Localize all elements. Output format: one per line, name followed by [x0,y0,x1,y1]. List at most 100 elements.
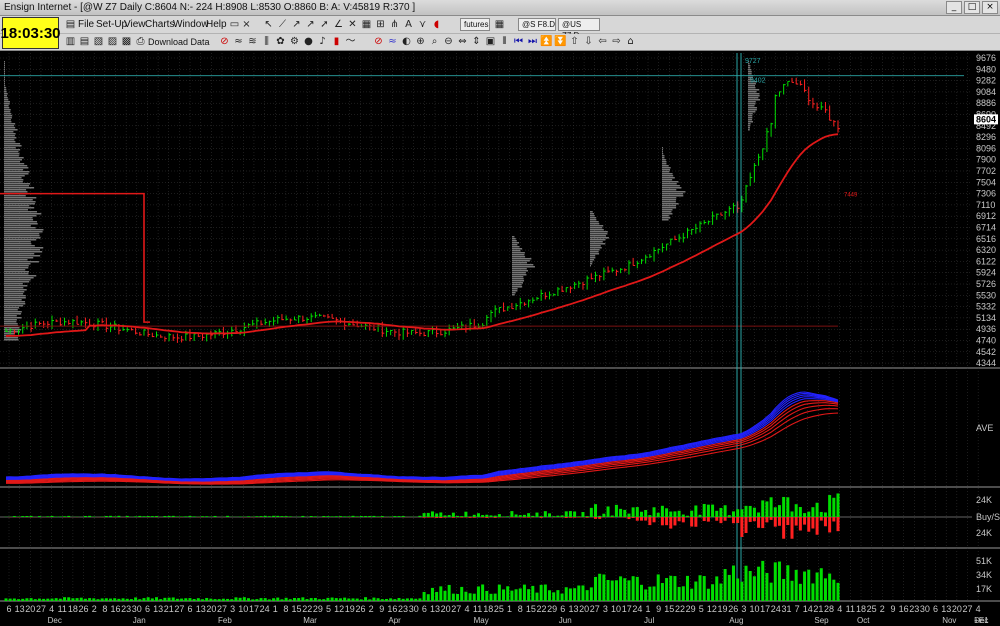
arrow-tool-icon[interactable]: ➚ [318,19,331,31]
save-icon[interactable]: ▩ [120,36,133,48]
ribbon-icon[interactable]: ≋ [246,36,259,48]
volume-bar [389,598,393,601]
wave-blue-icon[interactable]: ≈ [386,36,399,48]
scroll-up-icon[interactable]: ⏫ [540,36,553,48]
home-icon[interactable]: ⌂ [624,36,637,48]
menu-help[interactable]: Help [206,19,227,30]
profile-aug [662,185,680,187]
pitchfork-icon[interactable]: ⋎ [416,19,429,31]
fan-tool-icon[interactable]: ⋔ [388,19,401,31]
alert-icon[interactable]: ▮ [330,36,343,48]
trend-tool-icon[interactable]: ↗ [304,19,317,31]
angle-tool-icon[interactable]: ∠ [332,19,345,31]
profile-left [4,265,29,267]
ribbon-line [5,392,839,481]
profile-jul [590,213,595,215]
close-doc-icon[interactable]: × [240,19,253,31]
menu-window[interactable]: Window [173,19,209,30]
grid-tool-icon[interactable]: ▦ [360,19,373,31]
price-label: 8296 [976,132,996,142]
search-icon[interactable]: ⌕ [428,36,441,48]
symbol-tab-1[interactable]: @S F8.D [518,18,556,31]
volume-bar [677,586,681,601]
text-tool-icon[interactable]: A [402,19,415,31]
profile-left [4,217,33,219]
profile-left [4,127,16,129]
expand-icon[interactable]: ⇕ [470,36,483,48]
arrow-left-icon[interactable]: ⇦ [596,36,609,48]
volume-bar [660,583,664,601]
compress-icon[interactable]: ⇔ [456,36,469,48]
buy-bar [594,504,598,517]
profile-aug [662,151,663,153]
line-tool-icon[interactable]: ⟋ [276,19,289,31]
scroll-last-icon[interactable]: ⏭ [526,36,539,48]
chart-area[interactable]: 9676948092829084888686908492829680967900… [0,51,1000,626]
profile-jun [512,286,523,288]
profile-aug [662,207,677,209]
bell-icon[interactable]: ♪ [316,36,329,48]
color-icon[interactable]: ◐ [400,36,413,48]
symbol-tab-2[interactable]: @US Z7.D [558,18,600,40]
page-icon[interactable]: ▧ [92,36,105,48]
menu-file[interactable]: File [78,19,94,30]
close-button[interactable]: × [982,1,998,14]
line-chart-icon[interactable]: 〜 [344,36,357,48]
no-entry-icon[interactable]: ⊘ [218,36,231,48]
profile-sep [748,117,753,119]
box-tool-icon[interactable]: ⊞ [374,19,387,31]
profile-aug [662,215,669,217]
buy-bar [263,515,267,517]
menu-view[interactable]: View [124,19,146,30]
arrow-down-icon[interactable]: ⇩ [582,36,595,48]
profile-left [4,175,25,177]
futures-combo[interactable]: futures [460,18,490,31]
menu-charts[interactable]: Charts [145,19,174,30]
bars-icon[interactable]: ⫼ [260,36,273,48]
stop-icon[interactable]: ⊘ [372,36,385,48]
bar-spacing-icon[interactable]: ⫴ [498,36,511,48]
maximize-button[interactable]: □ [964,1,980,14]
zoom-out-icon[interactable]: ⊖ [442,36,455,48]
date-tick: 3 [230,604,235,614]
ball-icon[interactable]: ● [302,36,315,48]
fit-icon[interactable]: ▣ [484,36,497,48]
menu-setup[interactable]: Set-Up [96,19,127,30]
buy-bar [660,505,664,517]
cursor-icon[interactable]: ↖ [262,19,275,31]
buy-bar [723,505,727,517]
draw-tool-icon[interactable]: ↗ [290,19,303,31]
study-icon[interactable]: ✿ [274,36,287,48]
open-icon[interactable]: ▨ [106,36,119,48]
profile-left [4,73,5,75]
volume-bar [88,598,92,601]
sell-bar [568,517,572,518]
arrow-up-icon[interactable]: ⇧ [568,36,581,48]
buy-bar [715,510,719,517]
buy-bar [644,509,648,517]
new-chart-icon[interactable]: ▥ [64,36,77,48]
arrow-right-icon[interactable]: ⇨ [610,36,623,48]
scroll-first-icon[interactable]: ⏮ [512,36,525,48]
date-tick: 8 [102,604,107,614]
volume-bar [368,599,372,601]
sell-bar [752,517,756,522]
symbol-grid-icon[interactable]: ▦ [493,19,506,31]
quote-page-icon[interactable]: ▤ [78,36,91,48]
volume-bar [25,598,29,601]
minimize-button[interactable]: _ [946,1,962,14]
profile-sep [748,103,756,105]
print-icon[interactable]: ⎙ [134,36,147,48]
magnet-icon[interactable]: ◖ [430,19,443,31]
zoom-icon[interactable]: ⊕ [414,36,427,48]
date-tick: 20 [441,604,451,614]
sell-bar [706,517,710,522]
date-tick: 10 [611,604,621,614]
wave-icon[interactable]: ≈ [232,36,245,48]
scroll-down-icon[interactable]: ⏬ [554,36,567,48]
download-data-button[interactable]: Download Data [148,37,210,47]
buy-bar [284,516,288,517]
gear-icon[interactable]: ⚙ [288,36,301,48]
cross-tool-icon[interactable]: ✕ [346,19,359,31]
profile-left [4,169,24,171]
